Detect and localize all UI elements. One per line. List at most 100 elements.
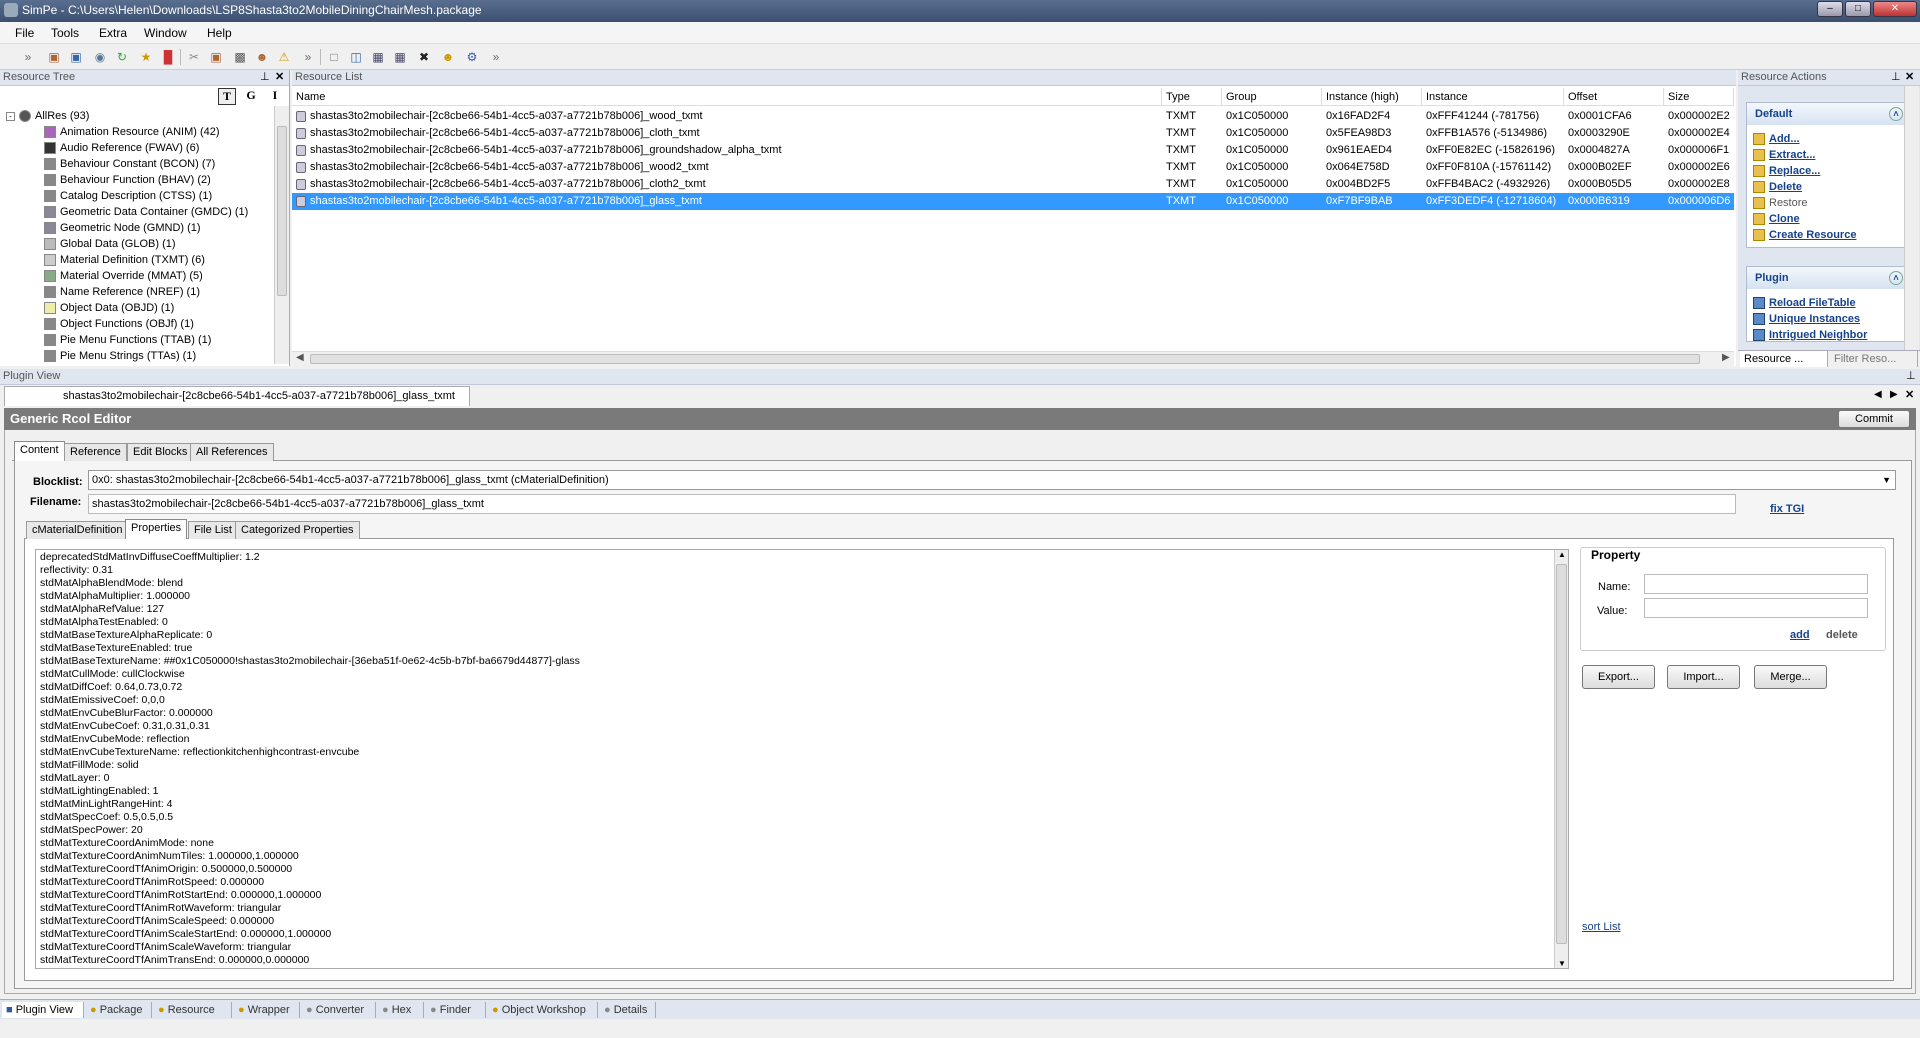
tab-filter-resources[interactable]: Filter Reso...: [1830, 351, 1918, 367]
tab-object-workshop[interactable]: ● Object Workshop: [488, 1002, 598, 1018]
tree-item[interactable]: Pie Menu Functions (TTAB) (1): [44, 332, 211, 348]
tab-converter[interactable]: ● Converter: [302, 1002, 376, 1018]
collapse-group-icon[interactable]: ˄: [1889, 107, 1903, 121]
network-icon[interactable]: ◉: [92, 49, 108, 65]
action-create-resource[interactable]: Create Resource: [1747, 227, 1909, 243]
tree-item[interactable]: Material Override (MMAT) (5): [44, 268, 203, 284]
overflow3-icon[interactable]: »: [488, 49, 504, 65]
tree-item[interactable]: Geometric Data Container (GMDC) (1): [44, 204, 248, 220]
view-type-button[interactable]: T: [218, 88, 236, 105]
table-row[interactable]: shastas3to2mobilechair-[2c8cbe66-54b1-4c…: [292, 142, 1734, 159]
tab-next-icon[interactable]: ▶: [1890, 389, 1898, 400]
tab-hex[interactable]: ● Hex: [378, 1002, 424, 1018]
table-row[interactable]: shastas3to2mobilechair-[2c8cbe66-54b1-4c…: [292, 159, 1734, 176]
view-group-button[interactable]: G: [242, 88, 260, 105]
menu-tools[interactable]: Tools: [51, 26, 79, 40]
collapse-plugin-icon[interactable]: ˄: [1889, 271, 1903, 285]
action-restore[interactable]: Restore: [1747, 195, 1909, 211]
tab-package[interactable]: ● Package: [86, 1002, 152, 1018]
tab-close-icon[interactable]: ✕: [1905, 388, 1914, 401]
import-button[interactable]: Import...: [1667, 665, 1740, 689]
tree-item[interactable]: Animation Resource (ANIM) (42): [44, 124, 220, 140]
tree-item[interactable]: Pie Menu Strings (TTAs) (1): [44, 348, 196, 364]
add-link[interactable]: add: [1790, 629, 1810, 641]
col-size[interactable]: Size: [1664, 88, 1734, 106]
table-row[interactable]: shastas3to2mobilechair-[2c8cbe66-54b1-4c…: [292, 125, 1734, 142]
blocklist-select[interactable]: 0x0: shastas3to2mobilechair-[2c8cbe66-54…: [88, 470, 1896, 490]
tools-icon[interactable]: ★: [138, 49, 154, 65]
subtab-file-list[interactable]: File List: [188, 521, 238, 539]
tree-item[interactable]: Behaviour Function (BHAV) (2): [44, 172, 211, 188]
menu-window[interactable]: Window: [144, 26, 187, 40]
col-group[interactable]: Group: [1222, 88, 1322, 106]
tree-item[interactable]: Catalog Description (CTSS) (1): [44, 188, 212, 204]
actions-close-icon[interactable]: ✕: [1905, 70, 1914, 85]
actions-pin-icon[interactable]: ⊥: [1891, 70, 1901, 85]
tree-item[interactable]: Behaviour Constant (BCON) (7): [44, 156, 215, 172]
dropdown-arrow-icon[interactable]: ▼: [1882, 471, 1891, 489]
table-row[interactable]: shastas3to2mobilechair-[2c8cbe66-54b1-4c…: [292, 108, 1734, 125]
minimize-button[interactable]: –: [1817, 1, 1843, 17]
fix-tgi-link[interactable]: fix TGI: [1770, 503, 1804, 515]
overflow-icon[interactable]: »: [20, 49, 36, 65]
plugin-pin-icon[interactable]: ⊥: [1906, 369, 1916, 384]
filename-field[interactable]: [88, 494, 1736, 514]
tab-edit-blocks[interactable]: Edit Blocks: [127, 443, 194, 461]
action-replace[interactable]: Replace...: [1747, 163, 1909, 179]
tab-finder[interactable]: ● Finder: [426, 1002, 486, 1018]
actions-scrollbar[interactable]: [1904, 86, 1919, 350]
open-folder-icon[interactable]: ◫: [348, 49, 364, 65]
delete-icon[interactable]: █: [160, 49, 176, 65]
action-add[interactable]: Add...: [1747, 131, 1909, 147]
sort-list-link[interactable]: sort List: [1582, 921, 1621, 933]
tab-content[interactable]: Content: [14, 441, 65, 461]
tree-item[interactable]: Object Data (OBJD) (1): [44, 300, 174, 316]
package-icon[interactable]: ▣: [46, 49, 62, 65]
close-icon[interactable]: ✕: [275, 70, 284, 85]
menu-extra[interactable]: Extra: [99, 26, 127, 40]
list-hscrollbar[interactable]: ◀ ▶: [292, 351, 1734, 366]
cut-icon[interactable]: ✂: [186, 49, 202, 65]
new-file-icon[interactable]: □: [326, 49, 342, 65]
tab-wrapper[interactable]: ● Wrapper: [234, 1002, 300, 1018]
image-icon[interactable]: ▩: [232, 49, 248, 65]
subtab-cmaterialdefinition[interactable]: cMaterialDefinition: [26, 521, 129, 539]
menu-file[interactable]: File: [15, 26, 34, 40]
delete-link[interactable]: delete: [1826, 629, 1858, 641]
table-row[interactable]: shastas3to2mobilechair-[2c8cbe66-54b1-4c…: [292, 193, 1734, 210]
tree-item[interactable]: Geometric Node (GMND) (1): [44, 220, 201, 236]
view-instance-button[interactable]: I: [266, 88, 284, 105]
properties-textbox[interactable]: deprecatedStdMatInvDiffuseCoeffMultiplie…: [35, 549, 1569, 969]
properties-scrollbar[interactable]: ▲ ▼: [1554, 550, 1568, 968]
action-delete[interactable]: Delete: [1747, 179, 1909, 195]
commit-button[interactable]: Commit: [1838, 410, 1910, 428]
tree-root[interactable]: - AllRes (93): [6, 108, 89, 124]
people-icon[interactable]: ☻: [254, 49, 270, 65]
tab-plugin-view[interactable]: ■ Plugin View: [2, 1002, 84, 1018]
pin-icon[interactable]: ⊥: [260, 70, 270, 85]
table-row[interactable]: shastas3to2mobilechair-[2c8cbe66-54b1-4c…: [292, 176, 1734, 193]
document-tab[interactable]: shastas3to2mobilechair-[2c8cbe66-54b1-4c…: [4, 386, 470, 406]
settings-icon[interactable]: ⚙: [464, 49, 480, 65]
col-instance-high[interactable]: Instance (high): [1322, 88, 1422, 106]
col-name[interactable]: Name: [292, 88, 1162, 106]
warning-icon[interactable]: ⚠: [276, 49, 292, 65]
plugin-group-header[interactable]: Plugin ˄: [1747, 267, 1909, 289]
menu-help[interactable]: Help: [207, 26, 232, 40]
close-button[interactable]: ✕: [1873, 1, 1917, 17]
tree-item[interactable]: Audio Reference (FWAV) (6): [44, 140, 199, 156]
subtab-categorized-properties[interactable]: Categorized Properties: [235, 521, 360, 539]
tree-item[interactable]: Global Data (GLOB) (1): [44, 236, 176, 252]
tree-scrollbar[interactable]: [274, 106, 289, 364]
plugin-action-unique-instances[interactable]: Unique Instances: [1747, 311, 1909, 327]
tab-resource[interactable]: ● Resource: [154, 1002, 232, 1018]
tree-item[interactable]: Name Reference (NREF) (1): [44, 284, 200, 300]
user-icon[interactable]: ☻: [440, 49, 456, 65]
tree-item[interactable]: Material Definition (TXMT) (6): [44, 252, 205, 268]
save-icon[interactable]: ▦: [370, 49, 386, 65]
action-clone[interactable]: Clone: [1747, 211, 1909, 227]
close-file-icon[interactable]: ✖: [416, 49, 432, 65]
name-field[interactable]: [1644, 574, 1868, 594]
box-icon[interactable]: ▣: [208, 49, 224, 65]
refresh-icon[interactable]: ↻: [114, 49, 130, 65]
